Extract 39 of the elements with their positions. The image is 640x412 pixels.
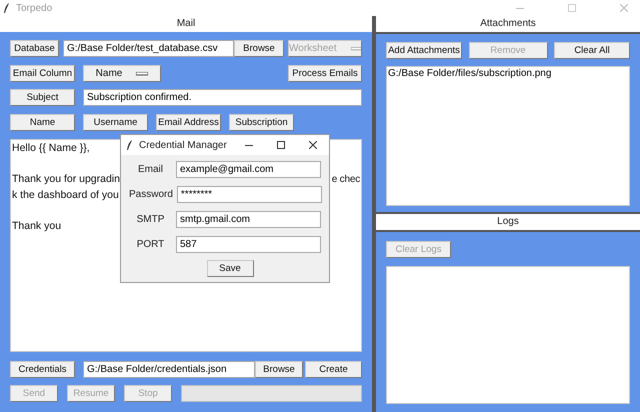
message-text: k the dashboard of you [12, 188, 119, 202]
email-column-button[interactable]: Email Column [10, 65, 75, 82]
database-path-field[interactable]: G:/Base Folder/test_database.csv [63, 40, 234, 57]
field-label: Email [138, 163, 163, 177]
message-text: Hello {{ Name }}, [12, 141, 90, 156]
field-insert-button[interactable]: Email Address [156, 114, 221, 131]
create-button[interactable]: Create [305, 361, 362, 378]
database-button[interactable]: Database [10, 40, 59, 57]
email-column-dropdown[interactable]: Name [83, 65, 161, 82]
attachment-item[interactable]: G:/Base Folder/files/subscription.png [388, 67, 628, 81]
credential-field[interactable]: 587 [176, 236, 321, 253]
credential-field[interactable]: ******** [176, 186, 322, 203]
process-emails-button[interactable]: Process Emails [288, 65, 362, 82]
dialog-title: Credential Manager [139, 138, 227, 152]
message-text: e chec [332, 173, 360, 187]
browse-button[interactable]: Browse [255, 361, 303, 378]
attachments-list[interactable]: G:/Base Folder/files/subscription.png [386, 66, 630, 206]
attachment-button[interactable]: Clear All [554, 42, 630, 59]
credentials-button[interactable]: Credentials [10, 361, 75, 378]
message-text: Thank you for upgradin [12, 172, 120, 187]
field-insert-button[interactable]: Username [83, 114, 148, 131]
field-insert-button[interactable]: Subscription [229, 114, 294, 131]
credential-field[interactable]: example@gmail.com [176, 161, 321, 178]
panel-title: Mail [0, 16, 372, 32]
panel-title: Logs [376, 214, 640, 230]
save-button[interactable]: Save [206, 260, 254, 277]
attachment-button[interactable]: Add Attachments [386, 42, 462, 59]
window-title: Torpedo [16, 2, 52, 16]
message-text: Thank you [12, 218, 62, 234]
browse-button[interactable]: Browse [234, 40, 284, 57]
field-label: Password [129, 188, 173, 202]
panel-title: Attachments [376, 16, 640, 32]
field-label: PORT [136, 238, 164, 252]
credential-field[interactable]: smtp.gmail.com [176, 211, 321, 228]
subject-field[interactable]: Subscription confirmed. [83, 89, 362, 106]
credentials-path-field[interactable]: G:/Base Folder/credentials.json [83, 361, 255, 378]
field-label: SMTP [136, 213, 164, 227]
subject-button[interactable]: Subject [10, 89, 75, 106]
field-insert-button[interactable]: Name [10, 114, 75, 131]
